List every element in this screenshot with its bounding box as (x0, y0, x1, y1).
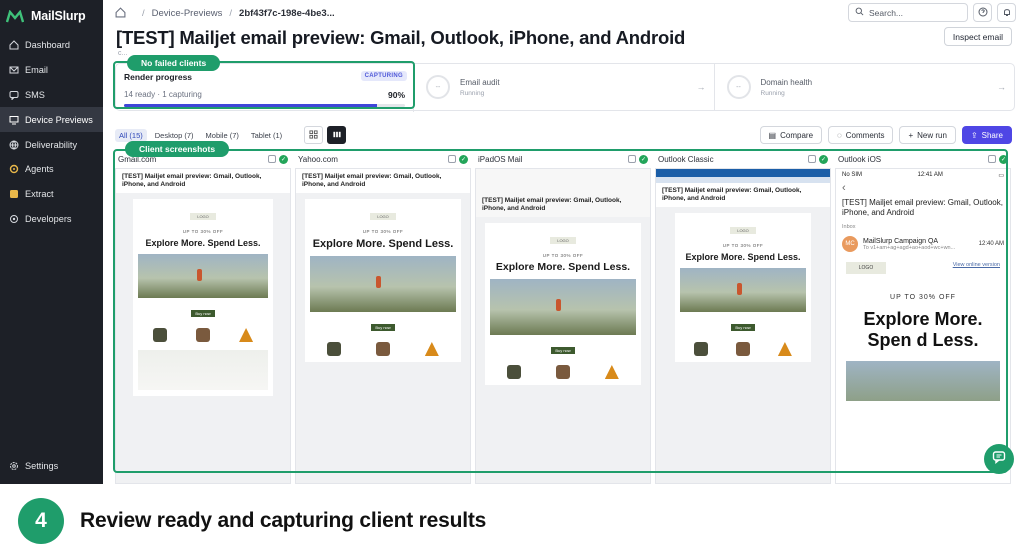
sidebar-item-extract[interactable]: Extract (0, 182, 103, 207)
domain-score-ring: -- (726, 75, 751, 99)
app-window: MailSlurp Dashboard Email SMS Device Pre… (0, 0, 1024, 484)
search-input[interactable]: Search... (848, 3, 968, 22)
sidebar-item-device-previews[interactable]: Device Previews (0, 107, 103, 133)
sidebar: MailSlurp Dashboard Email SMS Device Pre… (0, 0, 103, 484)
grid-icon (309, 129, 318, 141)
email-audit-card[interactable]: -- Email audit Running → (414, 64, 715, 110)
audit-score-ring: -- (426, 75, 450, 99)
chat-icon (992, 450, 1006, 469)
sidebar-item-label: Dashboard (25, 40, 70, 51)
domain-health-card[interactable]: -- Domain health Running → (715, 64, 1015, 110)
sidebar-item-label: Deliverability (25, 139, 78, 150)
share-label: Share (981, 130, 1003, 140)
extract-icon (8, 189, 19, 200)
search-icon (855, 7, 864, 18)
inspect-email-button[interactable]: Inspect email (943, 27, 1012, 46)
search-placeholder: Search... (869, 7, 904, 18)
chat-button[interactable] (984, 444, 1014, 474)
email-audit-status: Running (460, 89, 485, 97)
highlight-label-client-screenshots: Client screenshots (125, 141, 230, 157)
sidebar-item-label: Settings (25, 460, 59, 471)
developer-icon (8, 213, 19, 224)
sidebar-item-label: Email (25, 65, 48, 76)
filter-desktop[interactable]: Desktop (7) (151, 129, 198, 142)
compare-label: Compare (780, 130, 814, 140)
columns-view-button[interactable] (327, 126, 347, 144)
mail-icon (8, 65, 19, 76)
comments-label: Comments (845, 130, 885, 140)
brand[interactable]: MailSlurp (0, 0, 103, 33)
new-run-label: New run (917, 130, 947, 140)
comments-button[interactable]: ◌ Comments (828, 126, 894, 144)
sidebar-item-dashboard[interactable]: Dashboard (0, 33, 103, 58)
brand-name: MailSlurp (31, 9, 86, 23)
sidebar-item-label: Extract (25, 189, 54, 200)
action-buttons: ▤ Compare ◌ Comments + New run ⇪ Share (759, 126, 1012, 144)
top-toolbar: Search... (848, 3, 1016, 22)
compare-button[interactable]: ▤ Compare (759, 126, 823, 144)
home-icon (8, 40, 19, 51)
step-caption: 4 Review ready and capturing client resu… (0, 484, 1024, 558)
domain-health-title: Domain health (760, 77, 813, 87)
comment-icon: ◌ (837, 130, 842, 140)
highlight-label-no-failed: No failed clients (127, 55, 221, 71)
email-audit-title: Email audit (460, 77, 500, 87)
grid-view-button[interactable] (304, 126, 324, 144)
arrow-right-icon: → (997, 82, 1006, 92)
caption-text: Review ready and capturing client result… (80, 509, 487, 532)
sidebar-item-label: Developers (25, 213, 72, 224)
globe-icon (8, 139, 19, 150)
notifications-button[interactable] (997, 3, 1016, 22)
filter-all[interactable]: All (15) (115, 128, 147, 142)
sidebar-item-email[interactable]: Email (0, 58, 103, 83)
page-title: [TEST] Mailjet email preview: Gmail, Out… (116, 27, 686, 48)
page-subline: c... (118, 50, 128, 57)
filter-tablet[interactable]: Tablet (1) (247, 129, 286, 142)
columns-icon (332, 130, 342, 141)
share-icon: ⇪ (970, 130, 978, 140)
arrow-right-icon: → (696, 82, 706, 92)
highlight-client-screenshots (113, 149, 1008, 473)
sidebar-item-agents[interactable]: Agents (0, 157, 103, 182)
home-icon[interactable] (115, 7, 127, 19)
sidebar-item-developers[interactable]: Developers (0, 207, 103, 232)
help-icon (978, 4, 988, 22)
message-icon (8, 89, 19, 100)
sidebar-item-settings[interactable]: Settings (0, 453, 103, 478)
filter-mobile[interactable]: Mobile (7) (202, 129, 243, 142)
bell-icon (1002, 4, 1012, 22)
gear-icon (8, 460, 19, 471)
breadcrumb-section[interactable]: Device-Previews (152, 8, 223, 19)
agent-icon (8, 164, 19, 175)
main-content: / Device-Previews / 2bf43f7c-198e-4be3..… (103, 0, 1024, 484)
sidebar-item-deliverability[interactable]: Deliverability (0, 132, 103, 157)
compare-icon: ▤ (768, 130, 777, 140)
device-icon (8, 114, 19, 125)
help-button[interactable] (973, 3, 992, 22)
sidebar-item-label: Agents (25, 164, 54, 175)
domain-health-status: Running (760, 89, 785, 97)
mailslurp-logo-icon (6, 9, 26, 23)
breadcrumb-current: 2bf43f7c-198e-4be3... (239, 7, 335, 19)
plus-icon: + (908, 130, 914, 140)
sidebar-item-sms[interactable]: SMS (0, 83, 103, 108)
sidebar-item-label: SMS (25, 89, 45, 100)
title-row: [TEST] Mailjet email preview: Gmail, Out… (103, 26, 1024, 50)
view-toggle (304, 126, 347, 144)
step-number: 4 (18, 498, 64, 544)
breadcrumb-separator: / (142, 7, 145, 19)
new-run-button[interactable]: + New run (899, 126, 956, 144)
breadcrumb-separator: / (229, 7, 233, 19)
share-button[interactable]: ⇪ Share (961, 126, 1012, 144)
sidebar-item-label: Device Previews (25, 114, 93, 125)
